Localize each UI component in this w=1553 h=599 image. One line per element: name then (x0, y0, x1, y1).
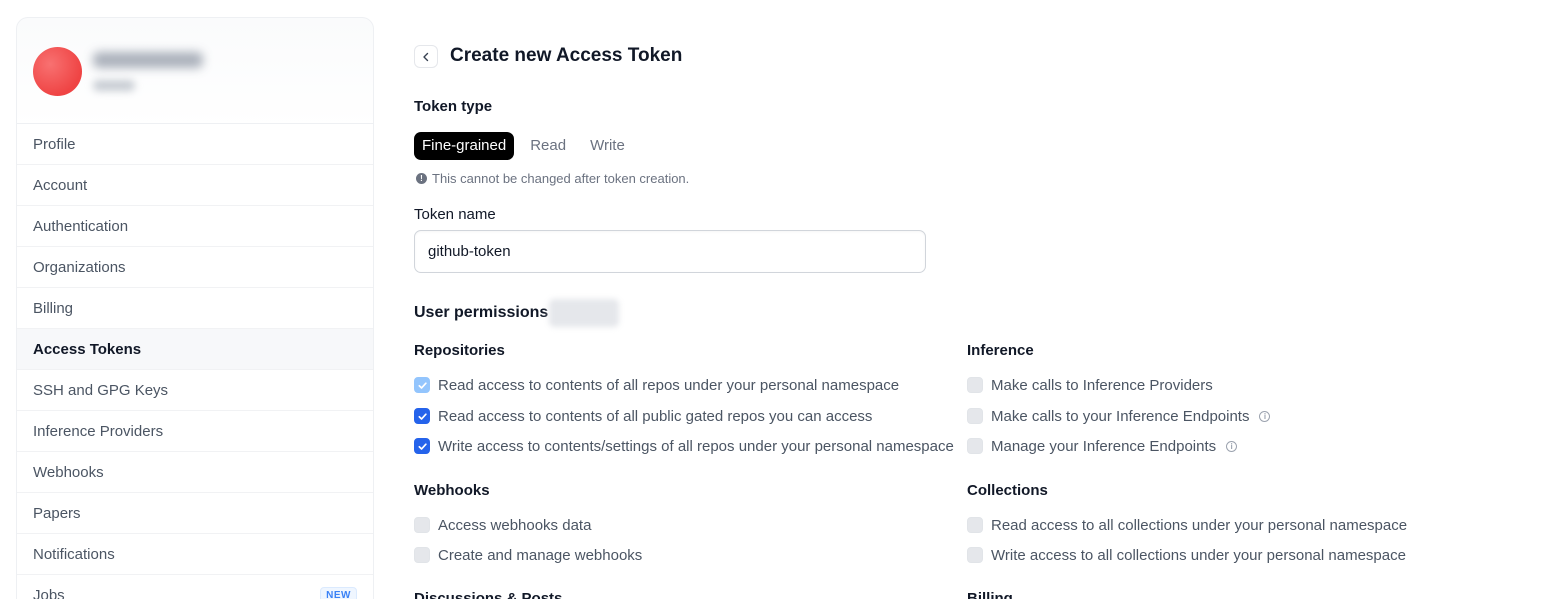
perm-label: Make calls to Inference Providers (991, 376, 1213, 394)
perm-label: Create and manage webhooks (438, 546, 643, 564)
perm-label: Write access to all collections under yo… (991, 546, 1406, 564)
perm-label: Read access to contents of all repos und… (438, 376, 900, 394)
sidebar-item-access-tokens[interactable]: Access Tokens (17, 329, 373, 370)
info-icon[interactable]: i (1226, 440, 1238, 452)
tab-read[interactable]: Read (522, 132, 574, 160)
sidebar-item-label: Webhooks (33, 463, 104, 481)
checkbox[interactable] (967, 377, 983, 393)
webhooks-title: Webhooks (414, 482, 490, 499)
perm-collections-read[interactable]: Read access to all collections under you… (967, 515, 1407, 535)
redacted-username-tag (549, 299, 619, 327)
sidebar-item-label: SSH and GPG Keys (33, 381, 169, 399)
avatar[interactable] (33, 47, 82, 96)
sidebar-item-label: Inference Providers (33, 422, 164, 440)
back-button[interactable] (414, 45, 438, 68)
checkbox-checked-disabled[interactable] (414, 377, 430, 393)
perm-repo-write[interactable]: Write access to contents/settings of all… (414, 436, 954, 456)
page: Profile Account Authentication Organizat… (0, 0, 1553, 599)
perm-repo-read[interactable]: Read access to contents of all repos und… (414, 375, 899, 395)
repositories-title: Repositories (414, 342, 505, 359)
sidebar-item-account[interactable]: Account (17, 165, 373, 206)
checkbox-checked[interactable] (414, 408, 430, 424)
chevron-left-icon (423, 52, 429, 61)
hint-text: This cannot be changed after token creat… (432, 171, 690, 186)
token-name-input[interactable] (414, 230, 926, 273)
perm-label: Write access to contents/settings of all… (438, 437, 954, 455)
redacted-username (93, 52, 203, 68)
sidebar-item-label: Organizations (33, 258, 126, 276)
perm-inference-providers[interactable]: Make calls to Inference Providers (967, 375, 1213, 395)
collections-title: Collections (967, 482, 1048, 499)
checkbox[interactable] (414, 517, 430, 533)
sidebar-item-label: Access Tokens (33, 340, 142, 358)
sidebar-item-label: Profile (33, 135, 76, 153)
discussions-title: Discussions & Posts (414, 590, 563, 599)
sidebar-item-authentication[interactable]: Authentication (17, 206, 373, 247)
token-name-label: Token name (414, 206, 496, 223)
perm-label: Access webhooks data (438, 516, 592, 534)
perm-repo-gated-read[interactable]: Read access to contents of all public ga… (414, 406, 872, 426)
token-type-tabs: Fine-grained Read Write (414, 132, 641, 160)
new-badge: NEW (320, 586, 357, 599)
sidebar-item-organizations[interactable]: Organizations (17, 247, 373, 288)
checkbox[interactable] (967, 517, 983, 533)
checkbox[interactable] (967, 408, 983, 424)
sidebar-item-ssh-gpg-keys[interactable]: SSH and GPG Keys (17, 370, 373, 411)
checkbox[interactable] (967, 438, 983, 454)
main-content: Create new Access Token Token type Fine-… (414, 0, 1534, 599)
sidebar-item-label: Jobs (33, 586, 65, 599)
sidebar-item-label: Notifications (33, 545, 115, 563)
perm-inference-endpoints-calls[interactable]: Make calls to your Inference Endpoints i (967, 406, 1271, 426)
page-title: Create new Access Token (450, 45, 683, 66)
sidebar-item-inference-providers[interactable]: Inference Providers (17, 411, 373, 452)
sidebar-item-label: Papers (33, 504, 81, 522)
sidebar-item-jobs[interactable]: Jobs NEW (17, 575, 373, 599)
redacted-subtitle (93, 80, 135, 91)
tab-write[interactable]: Write (582, 132, 633, 160)
perm-label: Manage your Inference Endpoints (991, 437, 1217, 455)
user-permissions-label: User permissions (414, 304, 549, 321)
billing-title: Billing (967, 590, 1013, 599)
sidebar-item-label: Authentication (33, 217, 129, 235)
checkbox-checked[interactable] (414, 438, 430, 454)
sidebar-item-papers[interactable]: Papers (17, 493, 373, 534)
perm-label: Read access to contents of all public ga… (438, 407, 873, 425)
inference-title: Inference (967, 342, 1034, 359)
token-type-hint: ! This cannot be changed after token cre… (416, 171, 689, 186)
sidebar-item-webhooks[interactable]: Webhooks (17, 452, 373, 493)
perm-webhooks-manage[interactable]: Create and manage webhooks (414, 545, 642, 565)
perm-label: Read access to all collections under you… (991, 516, 1408, 534)
sidebar-item-profile[interactable]: Profile (17, 124, 373, 165)
sidebar-item-label: Account (33, 176, 88, 194)
token-type-label: Token type (414, 98, 493, 115)
info-icon[interactable]: i (1259, 410, 1271, 422)
tab-fine-grained[interactable]: Fine-grained (414, 132, 515, 160)
exclamation-icon: ! (416, 173, 427, 184)
profile-header (17, 18, 373, 124)
perm-inference-endpoints-manage[interactable]: Manage your Inference Endpoints i (967, 436, 1238, 456)
sidebar-item-notifications[interactable]: Notifications (17, 534, 373, 575)
sidebar-item-label: Billing (33, 299, 74, 317)
sidebar-item-billing[interactable]: Billing (17, 288, 373, 329)
perm-webhooks-access[interactable]: Access webhooks data (414, 515, 591, 535)
checkbox[interactable] (414, 547, 430, 563)
perm-collections-write[interactable]: Write access to all collections under yo… (967, 545, 1406, 565)
settings-sidebar: Profile Account Authentication Organizat… (16, 17, 374, 599)
checkbox[interactable] (967, 547, 983, 563)
perm-label: Make calls to your Inference Endpoints (991, 407, 1250, 425)
